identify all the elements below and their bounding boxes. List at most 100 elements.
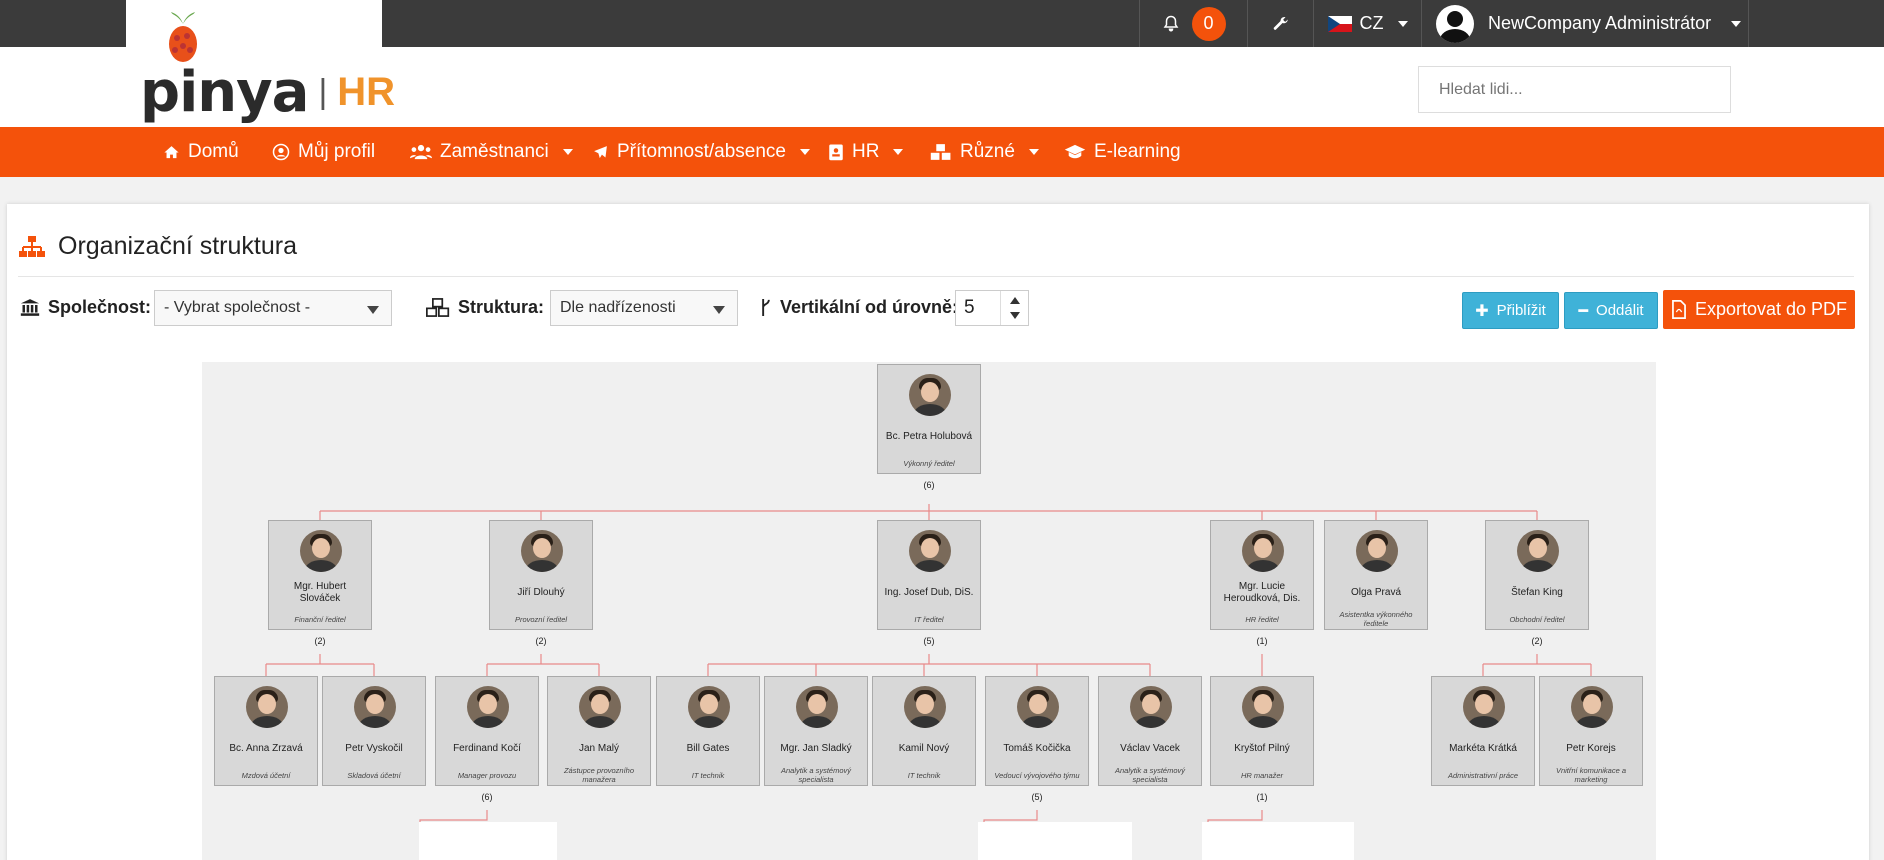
org-node-count[interactable]: (1) [1242, 636, 1282, 646]
org-node[interactable]: Jiří Dlouhý Provozní ředitel [489, 520, 593, 630]
user-menu[interactable]: NewCompany Administrátor [1421, 0, 1749, 47]
org-node-partial[interactable] [419, 822, 557, 860]
chevron-down-icon [1731, 20, 1742, 27]
org-node-partial[interactable] [978, 822, 1132, 860]
zoom-in-button[interactable]: ✚ Přiblížit [1462, 292, 1559, 329]
org-node-count[interactable]: (2) [521, 636, 561, 646]
language-label: CZ [1359, 13, 1384, 33]
home-icon [164, 145, 179, 158]
org-node-role: Finanční ředitel [294, 614, 346, 624]
org-node-role: Manager provozu [457, 770, 517, 780]
pdf-file-icon [1672, 300, 1686, 319]
avatar [796, 686, 838, 728]
org-node-role: Vedoucí vývojového týmu [994, 770, 1080, 780]
notifications-button[interactable]: 0 [1139, 0, 1247, 47]
org-node[interactable]: Markéta Krátká Administrativní práce [1431, 676, 1535, 786]
org-node[interactable]: Ing. Josef Dub, DiS. IT ředitel [877, 520, 981, 630]
org-node-count[interactable]: (2) [1517, 636, 1557, 646]
nav-item-misc[interactable]: Různé [930, 127, 1039, 177]
org-node[interactable]: Mgr. Jan Sladký Analytik a systémový spe… [764, 676, 868, 786]
czech-flag-icon [1327, 15, 1352, 32]
logo[interactable]: pinya | HR [140, 60, 395, 125]
avatar [246, 686, 288, 728]
zoom-out-button[interactable]: ━ Oddálit [1564, 292, 1658, 329]
nav-item-home[interactable]: Domů [163, 127, 239, 177]
org-node[interactable]: Štefan King Obchodní ředitel [1485, 520, 1589, 630]
org-node-role: IT ředitel [914, 614, 944, 624]
chevron-down-icon[interactable] [1010, 312, 1020, 319]
chevron-up-icon[interactable] [1010, 297, 1020, 304]
bell-icon [1163, 15, 1178, 31]
structure-select[interactable]: Dle nadřízenosti [550, 290, 738, 326]
org-node-count[interactable]: (5) [1017, 792, 1057, 802]
stepper-arrows[interactable] [1000, 291, 1028, 325]
org-node-role: IT technik [907, 770, 941, 780]
chevron-down-icon [713, 306, 725, 314]
nav-item-elearning[interactable]: E-learning [1064, 127, 1181, 177]
avatar [1571, 686, 1613, 728]
org-node-count[interactable]: (6) [467, 792, 507, 802]
org-node-count[interactable]: (2) [300, 636, 340, 646]
structure-label: Struktura: [426, 297, 544, 318]
company-select-value: - Vybrat společnost - [164, 299, 311, 316]
chevron-down-icon [1028, 149, 1039, 155]
nav-label: Zaměstnanci [440, 141, 549, 162]
org-node[interactable]: Bc. Anna Zrzavá Mzdová účetní [214, 676, 318, 786]
sitemap-icon [19, 235, 45, 257]
nav-label: Různé [960, 141, 1015, 162]
org-node[interactable]: Mgr. Hubert Slováček Finanční ředitel [268, 520, 372, 630]
org-node-count[interactable]: (5) [909, 636, 949, 646]
org-node[interactable]: Petr Vyskočil Skladová účetní [322, 676, 426, 786]
org-node-name: Ferdinand Kočí [453, 743, 521, 754]
avatar [909, 374, 951, 416]
org-node[interactable]: Kryštof Pilný HR manažer [1210, 676, 1314, 786]
export-pdf-button[interactable]: Exportovat do PDF [1663, 290, 1855, 329]
avatar [1356, 530, 1398, 572]
org-node[interactable]: Kamil Nový IT technik [872, 676, 976, 786]
org-node[interactable]: Olga Pravá Asistentka výkonného ředitele [1324, 520, 1428, 630]
search-input[interactable] [1418, 66, 1731, 113]
org-node-count[interactable]: (1) [1242, 792, 1282, 802]
org-node-role: Obchodní ředitel [1509, 614, 1565, 624]
org-node[interactable]: Tomáš Kočička Vedoucí vývojového týmu [985, 676, 1089, 786]
org-node-role: IT technik [691, 770, 725, 780]
logo-hr: HR [337, 70, 396, 114]
org-node-name: Ing. Josef Dub, DiS. [884, 587, 974, 598]
nav-item-profile[interactable]: Můj profil [272, 127, 375, 177]
org-node-name: Markéta Krátká [1449, 743, 1517, 754]
avatar [521, 530, 563, 572]
org-node-count[interactable]: (6) [909, 480, 949, 490]
company-select[interactable]: - Vybrat společnost - [154, 290, 392, 326]
bank-icon [20, 299, 40, 316]
page-title: Organizační struktura [58, 232, 297, 260]
nav-item-attendance[interactable]: Přítomnost/absence [592, 127, 810, 177]
org-node-partial[interactable] [1202, 822, 1354, 860]
org-node[interactable]: Bill Gates IT technik [656, 676, 760, 786]
org-node[interactable]: Jan Malý Zástupce provozního manažera [547, 676, 651, 786]
settings-button[interactable] [1247, 0, 1313, 47]
logo-separator: | [318, 73, 328, 111]
vertical-label-text: Vertikální od úrovně: [780, 297, 959, 317]
logo-word: pinya [140, 60, 309, 125]
org-node[interactable]: Václav Vacek Analytik a systémový specia… [1098, 676, 1202, 786]
vertical-level-stepper[interactable]: 5 [955, 290, 1029, 326]
org-node[interactable]: Petr Korejs Vnitřní komunikace a marketi… [1539, 676, 1643, 786]
page-heading: Organizační struktura [18, 232, 297, 261]
org-node-name: Václav Vacek [1120, 743, 1180, 754]
user-circle-icon [272, 143, 290, 161]
nav-label: Přítomnost/absence [617, 141, 786, 162]
avatar [909, 530, 951, 572]
chevron-down-icon [562, 149, 573, 155]
language-switcher[interactable]: CZ [1313, 0, 1421, 47]
org-node[interactable]: Ferdinand Kočí Manager provozu [435, 676, 539, 786]
chevron-down-icon [367, 306, 379, 314]
org-node-name: Bc. Petra Holubová [885, 431, 973, 442]
org-node-name: Bc. Anna Zrzavá [229, 743, 303, 754]
nav-item-hr[interactable]: HR [828, 127, 904, 177]
nav-item-employees[interactable]: Zaměstnanci [410, 127, 573, 177]
avatar [1436, 4, 1474, 43]
org-node[interactable]: Mgr. Lucie Heroudková, Dis. HR ředitel [1210, 520, 1314, 630]
org-chart[interactable]: Bc. Petra Holubová Výkonný ředitel (6) M… [202, 362, 1656, 860]
avatar [1242, 686, 1284, 728]
org-node-root[interactable]: Bc. Petra Holubová Výkonný ředitel [877, 364, 981, 474]
